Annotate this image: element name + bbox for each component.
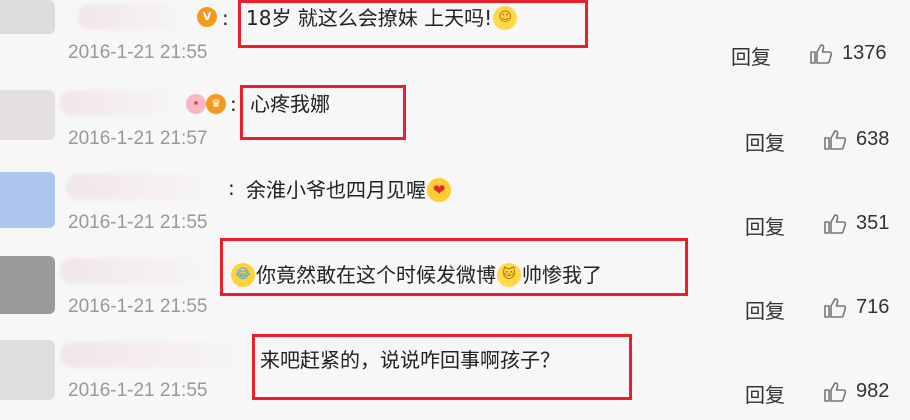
highlight-box	[252, 334, 632, 400]
thumbs-up-icon[interactable]	[822, 212, 848, 236]
thumbs-up-icon[interactable]	[808, 42, 834, 66]
avatar[interactable]	[0, 90, 55, 140]
reply-button[interactable]: 回复	[745, 379, 785, 408]
highlight-box	[240, 85, 406, 140]
vip-badge-icon: V	[197, 7, 217, 27]
highlight-box	[238, 0, 588, 48]
colon: :	[228, 176, 235, 200]
like-count: 716	[856, 296, 890, 318]
reply-button[interactable]: 回复	[745, 127, 785, 156]
timestamp: 2016-1-21 21:55	[68, 296, 208, 317]
comment-item: • ♛ : 心疼我娜 2016-1-21 21:57 回复 638	[0, 84, 910, 168]
comment-item: 来吧赶紧的，说说咋回事啊孩子？ 2016-1-21 21:55 回复 982	[0, 334, 910, 420]
timestamp: 2016-1-21 21:55	[68, 42, 208, 63]
username-blurred[interactable]	[78, 4, 196, 30]
username-blurred[interactable]	[60, 90, 184, 116]
avatar[interactable]	[0, 340, 55, 400]
timestamp: 2016-1-21 21:57	[68, 128, 208, 149]
reply-button[interactable]: 回复	[731, 41, 771, 70]
comment-text: 余淮小爷也四月见喔 ❤	[246, 177, 452, 204]
highlight-box	[220, 238, 688, 296]
comment-text-content: 余淮小爷也四月见喔	[246, 178, 426, 202]
like-count: 638	[856, 128, 890, 150]
colon: :	[222, 6, 229, 30]
thumbs-up-icon[interactable]	[822, 296, 848, 320]
heart-eyes-emoji-icon: ❤	[427, 177, 451, 202]
thumbs-up-icon[interactable]	[822, 380, 848, 404]
vip-badge-icon: ♛	[206, 94, 226, 114]
username-blurred[interactable]	[66, 174, 222, 200]
reply-button[interactable]: 回复	[745, 211, 785, 240]
like-count: 982	[856, 380, 890, 402]
comment-item: V : 18岁 就这么会撩妹 上天吗! ☺ 2016-1-21 21:55 回复 …	[0, 0, 910, 84]
thumbs-up-icon[interactable]	[822, 128, 848, 152]
fan-badge-icon: •	[186, 94, 206, 114]
avatar[interactable]	[0, 0, 55, 34]
avatar[interactable]	[0, 256, 55, 314]
timestamp: 2016-1-21 21:55	[68, 380, 208, 401]
colon: :	[230, 92, 237, 116]
like-count: 351	[856, 212, 890, 234]
like-count: 1376	[842, 42, 887, 64]
comment-item: 😂 你竟然敢在这个时候发微博 🐱 帅惨我了 2016-1-21 21:55 回复 71…	[0, 238, 910, 336]
timestamp: 2016-1-21 21:55	[68, 212, 208, 233]
reply-button[interactable]: 回复	[745, 295, 785, 324]
avatar[interactable]	[0, 172, 55, 228]
username-blurred[interactable]	[60, 258, 220, 284]
username-blurred[interactable]	[60, 342, 260, 368]
